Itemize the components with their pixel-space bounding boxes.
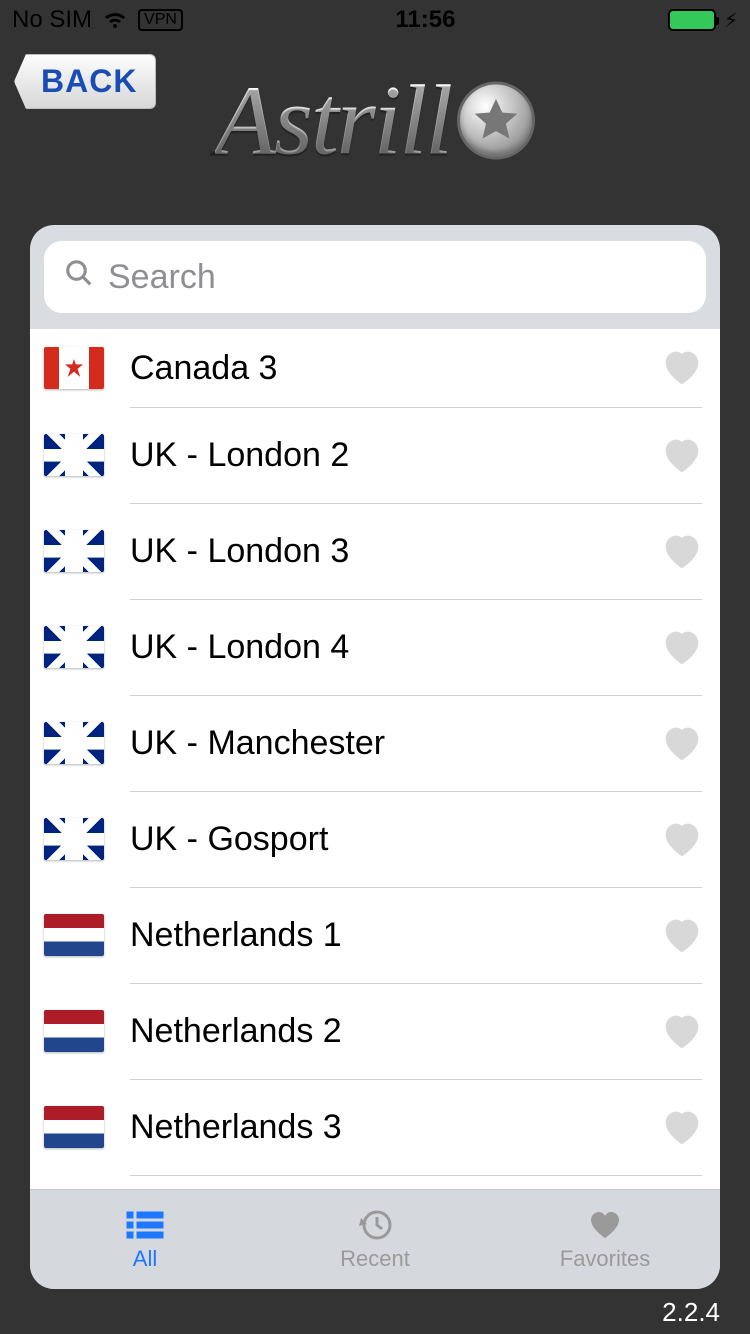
tab-all[interactable]: All: [30, 1190, 260, 1289]
favorite-heart-icon[interactable]: [662, 1110, 702, 1146]
app-header: BACK Astrill: [0, 40, 750, 200]
server-row[interactable]: Netherlands 2: [44, 983, 720, 1079]
favorite-heart-icon[interactable]: [662, 1014, 702, 1050]
tab-recent-label: Recent: [340, 1246, 410, 1272]
brand-title: Astrill: [215, 63, 451, 178]
favorite-heart-icon[interactable]: [662, 630, 702, 666]
tab-recent[interactable]: Recent: [260, 1190, 490, 1289]
favorite-heart-icon[interactable]: [662, 822, 702, 858]
server-name: Netherlands 3: [130, 1108, 636, 1147]
flag-icon: [44, 914, 104, 956]
vpn-badge: VPN: [138, 9, 183, 31]
favorite-heart-icon[interactable]: [662, 438, 702, 474]
search-input[interactable]: [108, 258, 686, 297]
star-icon: [457, 81, 535, 159]
server-row[interactable]: Netherlands 1: [44, 887, 720, 983]
favorite-heart-icon[interactable]: [662, 918, 702, 954]
favorite-heart-icon[interactable]: [662, 350, 702, 386]
server-row[interactable]: Netherlands X1: [44, 1175, 720, 1189]
server-name: Canada 3: [130, 349, 636, 388]
search-wrap: [30, 225, 720, 329]
tab-bar: All Recent Favorites: [30, 1189, 720, 1289]
charging-icon: ⚡︎: [724, 8, 738, 33]
battery-icon: [668, 9, 716, 31]
flag-icon: [44, 818, 104, 860]
server-row[interactable]: Netherlands 3: [44, 1079, 720, 1175]
server-name: Netherlands 1: [130, 916, 636, 955]
flag-icon: [44, 626, 104, 668]
server-name: UK - London 2: [130, 436, 636, 475]
status-bar: No SIM VPN 11:56 ⚡︎: [0, 0, 750, 40]
back-button[interactable]: BACK: [14, 54, 156, 109]
carrier-text: No SIM: [12, 6, 92, 34]
favorite-heart-icon[interactable]: [662, 726, 702, 762]
version-label: 2.2.4: [662, 1297, 720, 1328]
flag-icon: [44, 530, 104, 572]
flag-icon: [44, 1106, 104, 1148]
search-box[interactable]: [44, 241, 706, 313]
server-row[interactable]: UK - London 3: [44, 503, 720, 599]
server-list[interactable]: Canada 3 UK - London 2 UK - London 3 UK - L…: [30, 329, 720, 1189]
clock: 11:56: [183, 6, 668, 34]
flag-icon: [44, 347, 104, 389]
server-row[interactable]: UK - Gosport: [44, 791, 720, 887]
wifi-icon: [102, 10, 128, 30]
server-row[interactable]: UK - London 4: [44, 599, 720, 695]
brand: Astrill: [215, 63, 535, 178]
server-row[interactable]: Canada 3: [44, 329, 720, 407]
server-name: UK - Gosport: [130, 820, 636, 859]
server-name: Netherlands 2: [130, 1012, 636, 1051]
server-row[interactable]: UK - London 2: [44, 407, 720, 503]
server-name: UK - London 3: [130, 532, 636, 571]
server-name: UK - Manchester: [130, 724, 636, 763]
server-row[interactable]: UK - Manchester: [44, 695, 720, 791]
tab-all-label: All: [133, 1246, 157, 1272]
favorite-heart-icon[interactable]: [662, 534, 702, 570]
tab-favorites-label: Favorites: [560, 1246, 650, 1272]
flag-icon: [44, 1010, 104, 1052]
server-card: Canada 3 UK - London 2 UK - London 3 UK - L…: [30, 225, 720, 1289]
search-icon: [64, 258, 94, 297]
flag-icon: [44, 434, 104, 476]
server-name: UK - London 4: [130, 628, 636, 667]
tab-favorites[interactable]: Favorites: [490, 1190, 720, 1289]
flag-icon: [44, 722, 104, 764]
